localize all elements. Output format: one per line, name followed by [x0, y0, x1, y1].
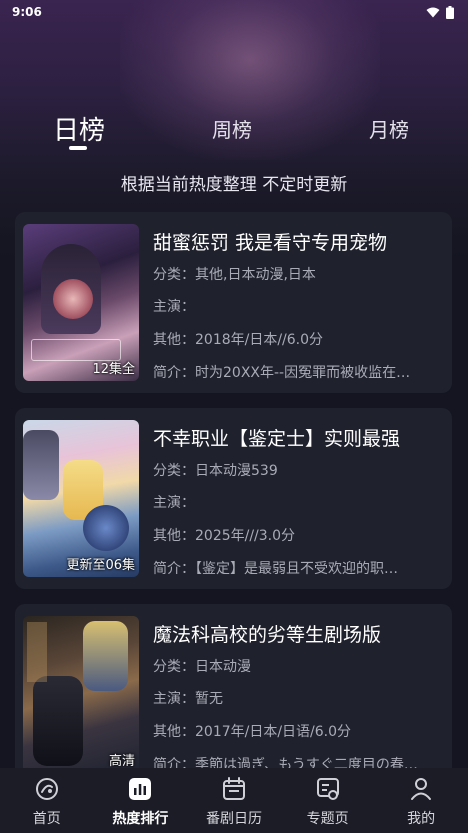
- episode-badge: 更新至06集: [66, 558, 135, 573]
- tab-daily[interactable]: 日榜: [53, 110, 105, 147]
- nav-label: 番剧日历: [205, 811, 262, 827]
- topic-icon: [316, 778, 339, 800]
- chart-icon: [129, 778, 152, 800]
- tab-indicator: [69, 146, 87, 150]
- status-time: 9:06: [12, 5, 42, 19]
- item-other: 其他：2017年/日本/日语/6.0分: [153, 724, 352, 740]
- item-category: 分类：日本动漫: [153, 659, 251, 675]
- quality-badge: 高清: [108, 754, 135, 769]
- item-cast: 主演：: [153, 495, 195, 511]
- item-title[interactable]: 甜蜜惩罚 我是看守专用宠物: [153, 228, 387, 255]
- nav-label: 首页: [32, 811, 61, 827]
- item-summary: 简介：【鉴定】是最弱且不受欢迎的职…: [153, 561, 398, 577]
- tab-monthly[interactable]: 月榜: [369, 114, 409, 143]
- item-title[interactable]: 不幸职业【鉴定士】实则最强: [153, 424, 400, 451]
- bottom-navigation: 首页 热度排行 番剧日历 专题页 我的: [0, 768, 468, 833]
- nav-home[interactable]: 首页: [0, 768, 94, 833]
- item-other: 其他：2025年///3.0分: [153, 528, 296, 544]
- nav-label: 热度排行: [112, 811, 169, 827]
- item-title[interactable]: 魔法科高校的劣等生剧场版: [153, 620, 381, 647]
- calendar-icon: [222, 777, 245, 800]
- nav-ranking[interactable]: 热度排行: [94, 768, 188, 833]
- item-category: 分类：其他,日本动漫,日本: [153, 267, 316, 283]
- item-cast: 主演：: [153, 299, 195, 315]
- item-other: 其他：2018年/日本//6.0分: [153, 332, 324, 348]
- status-bar: 9:06: [0, 0, 468, 24]
- home-icon: [35, 778, 58, 800]
- episode-badge: 12集全: [92, 362, 135, 377]
- nav-profile[interactable]: 我的: [374, 768, 468, 833]
- poster-image[interactable]: 高清: [23, 616, 139, 773]
- nav-label: 我的: [407, 811, 436, 827]
- nav-label: 专题页: [306, 811, 349, 827]
- item-summary: 简介：时为20XX年--因冤罪而被收监在…: [153, 365, 411, 381]
- tab-weekly[interactable]: 周榜: [212, 114, 252, 143]
- item-category: 分类：日本动漫539: [153, 463, 278, 479]
- list-item[interactable]: 高清 魔法科高校的劣等生剧场版 分类：日本动漫 主演：暂无 其他：2017年/日…: [15, 604, 452, 785]
- poster-image[interactable]: 12集全: [23, 224, 139, 381]
- ranking-subtitle: 根据当前热度整理 不定时更新: [120, 175, 348, 195]
- profile-icon: [411, 778, 432, 800]
- wifi-icon: [426, 7, 440, 17]
- ranking-tabs: 日榜 周榜 月榜: [0, 108, 468, 158]
- nav-topics[interactable]: 专题页: [281, 768, 375, 833]
- battery-icon: [446, 5, 454, 19]
- list-item[interactable]: 更新至06集 不幸职业【鉴定士】实则最强 分类：日本动漫539 主演： 其他：2…: [15, 408, 452, 589]
- nav-calendar[interactable]: 番剧日历: [187, 768, 281, 833]
- poster-image[interactable]: 更新至06集: [23, 420, 139, 577]
- item-cast: 主演：暂无: [153, 691, 223, 707]
- list-item[interactable]: 12集全 甜蜜惩罚 我是看守专用宠物 分类：其他,日本动漫,日本 主演： 其他：…: [15, 212, 452, 393]
